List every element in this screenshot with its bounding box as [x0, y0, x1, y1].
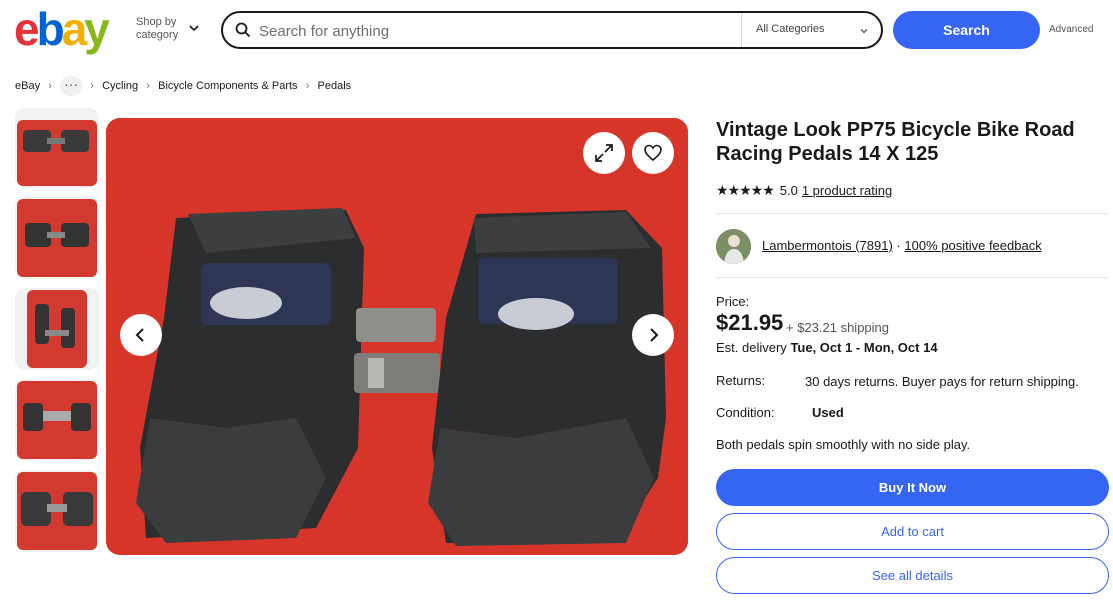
chevron-right-icon: ›	[146, 80, 150, 92]
shop-by-category-button[interactable]: Shop by category	[136, 16, 178, 42]
search-bar: All Categories	[221, 11, 883, 49]
seller-info: Lambermontois (7891) · 100% positive fee…	[762, 238, 1042, 253]
pedal-photo-icon	[23, 130, 89, 152]
pedal-photo-icon	[23, 403, 91, 431]
next-image-button[interactable]	[632, 314, 674, 356]
advanced-search-link[interactable]: Advanced	[1049, 24, 1093, 35]
seller-name-link[interactable]: Lambermontois (7891)	[762, 238, 893, 253]
chevron-down-icon[interactable]	[188, 22, 200, 34]
seller-feedback-link[interactable]: 100% positive feedback	[904, 238, 1041, 253]
header: ebay Shop by category All Categories Sea…	[0, 0, 1113, 62]
ebay-logo[interactable]: ebay	[14, 3, 110, 55]
thumbnail-5[interactable]	[15, 470, 99, 552]
rating-value: 5.0	[779, 183, 798, 198]
divider	[716, 277, 1108, 278]
breadcrumb-item-pedals[interactable]: Pedals	[318, 80, 352, 92]
logo-letter-e: e	[14, 3, 40, 55]
returns-value: 30 days returns. Buyer pays for return s…	[805, 374, 1079, 389]
chevron-left-icon	[135, 328, 144, 342]
expand-icon	[595, 144, 613, 162]
logo-letter-b: b	[36, 3, 65, 55]
breadcrumb-item-ebay[interactable]: eBay	[15, 80, 40, 92]
main-product-image[interactable]	[106, 118, 688, 555]
search-input[interactable]	[259, 20, 739, 42]
search-divider	[741, 13, 742, 47]
previous-image-button[interactable]	[120, 314, 162, 356]
category-select[interactable]: All Categories	[756, 23, 824, 35]
returns-label: Returns:	[716, 373, 766, 388]
heart-icon	[644, 144, 662, 162]
estimated-delivery: Est. delivery Tue, Oct 1 - Mon, Oct 14	[716, 340, 938, 355]
seller-avatar[interactable]	[716, 229, 751, 264]
buy-it-now-button[interactable]: Buy It Now	[716, 469, 1109, 506]
thumbnail-3[interactable]	[15, 288, 99, 370]
breadcrumb-item-cycling[interactable]: Cycling	[102, 80, 138, 92]
chevron-right-icon: ›	[305, 80, 310, 92]
category-label: category	[136, 29, 179, 41]
thumbnail-4[interactable]	[15, 379, 99, 461]
condition-label: Condition:	[716, 405, 775, 420]
search-button[interactable]: Search	[893, 11, 1040, 49]
delivery-dates: Tue, Oct 1 - Mon, Oct 14	[790, 340, 938, 355]
product-rating: ★★★★★ 5.0 1 product rating	[716, 182, 892, 199]
chevron-right-icon	[650, 328, 659, 342]
chevron-right-icon: ›	[90, 80, 94, 92]
logo-letter-a: a	[61, 3, 88, 55]
search-icon	[235, 22, 251, 38]
star-rating-icon: ★★★★★	[716, 182, 775, 198]
rating-count-link[interactable]: 1 product rating	[802, 183, 892, 198]
shop-by-label: Shop by	[136, 16, 177, 28]
price: $21.95	[716, 310, 784, 335]
item-description: Both pedals spin smoothly with no side p…	[716, 437, 971, 452]
pedal-photo-icon	[25, 223, 89, 247]
breadcrumb: eBay › ··· › Cycling › Bicycle Component…	[15, 76, 351, 96]
see-all-details-button[interactable]: See all details	[716, 557, 1109, 594]
add-to-cart-button[interactable]: Add to cart	[716, 513, 1109, 550]
listing-title: Vintage Look PP75 Bicycle Bike Road Raci…	[716, 119, 1075, 165]
pedal-photo-icon	[35, 304, 75, 348]
thumbnail-1[interactable]	[15, 108, 99, 188]
pedal-photo-icon	[106, 118, 688, 555]
expand-button[interactable]	[583, 132, 625, 174]
thumbnail-2[interactable]	[15, 197, 99, 279]
favorite-button[interactable]	[632, 132, 674, 174]
condition-value: Used	[812, 405, 844, 420]
logo-letter-y: y	[84, 3, 110, 55]
chevron-right-icon: ›	[48, 80, 52, 92]
seller-separator: ·	[896, 238, 901, 253]
pedal-photo-icon	[21, 492, 93, 526]
shipping-cost: + $23.21 shipping	[786, 320, 890, 335]
breadcrumb-more-button[interactable]: ···	[60, 76, 83, 96]
delivery-label: Est. delivery	[716, 340, 787, 355]
divider	[716, 213, 1108, 214]
chevron-down-icon[interactable]	[859, 26, 869, 36]
price-label: Price:	[716, 294, 750, 309]
breadcrumb-item-components[interactable]: Bicycle Components & Parts	[158, 80, 297, 92]
avatar-icon	[716, 229, 751, 264]
